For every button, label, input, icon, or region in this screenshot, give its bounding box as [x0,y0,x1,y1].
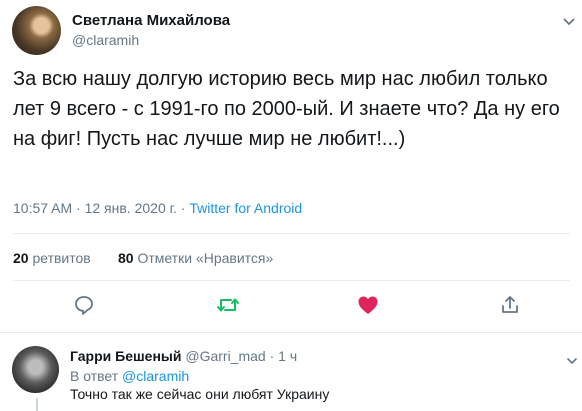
tweet-text: За всю нашу долгую историю весь мир нас … [13,68,560,150]
reply-button[interactable] [70,293,98,321]
chevron-down-icon[interactable] [562,14,576,32]
retweet-icon [216,294,240,321]
likes-count: 80 [117,250,134,266]
reply-prefix: В ответ [70,368,123,384]
divider [13,280,570,281]
like-icon [357,295,379,320]
reply-author-avatar[interactable] [12,346,59,393]
author-handle[interactable]: @claramih [72,32,139,48]
reply-author-name[interactable]: Гарри Бешеный [70,348,181,364]
tweet-source-link[interactable]: Twitter for Android [189,200,302,216]
tweet-stats: 20 ретвитов 80 Отметки «Нравится» [13,250,273,266]
reply-icon [73,294,95,321]
chevron-down-icon[interactable] [566,352,578,370]
tweet-timestamp[interactable]: 10:57 AM · 12 янв. 2020 г. · [13,200,189,216]
divider [0,332,582,333]
thread-line [36,398,38,411]
retweets-count: 20 [13,250,29,266]
author-name[interactable]: Светлана Михайлова [72,12,230,29]
retweets-stat[interactable]: 20 ретвитов [13,250,91,266]
reply-text: Точно так же сейчас они любят Украину [70,386,330,402]
tweet-meta: 10:57 AM · 12 янв. 2020 г. · Twitter for… [13,200,302,216]
likes-stat[interactable]: 80 Отметки «Нравится» [118,250,273,266]
reply-mention-link[interactable]: @claramih [122,368,189,384]
author-avatar[interactable] [12,6,61,55]
share-button[interactable] [496,293,524,321]
share-icon [499,294,521,321]
retweet-button[interactable] [214,293,242,321]
reply-author-handle[interactable]: @Garri_mad [185,348,265,364]
like-button[interactable] [354,293,382,321]
retweets-label: ретвитов [32,250,91,266]
divider [13,233,570,234]
reply-context: В ответ @claramih [70,368,189,384]
likes-label: Отметки «Нравится» [137,250,274,266]
reply-header: Гарри Бешеный @Garri_mad · 1 ч [70,348,297,364]
reply-time[interactable]: · 1 ч [270,348,298,364]
